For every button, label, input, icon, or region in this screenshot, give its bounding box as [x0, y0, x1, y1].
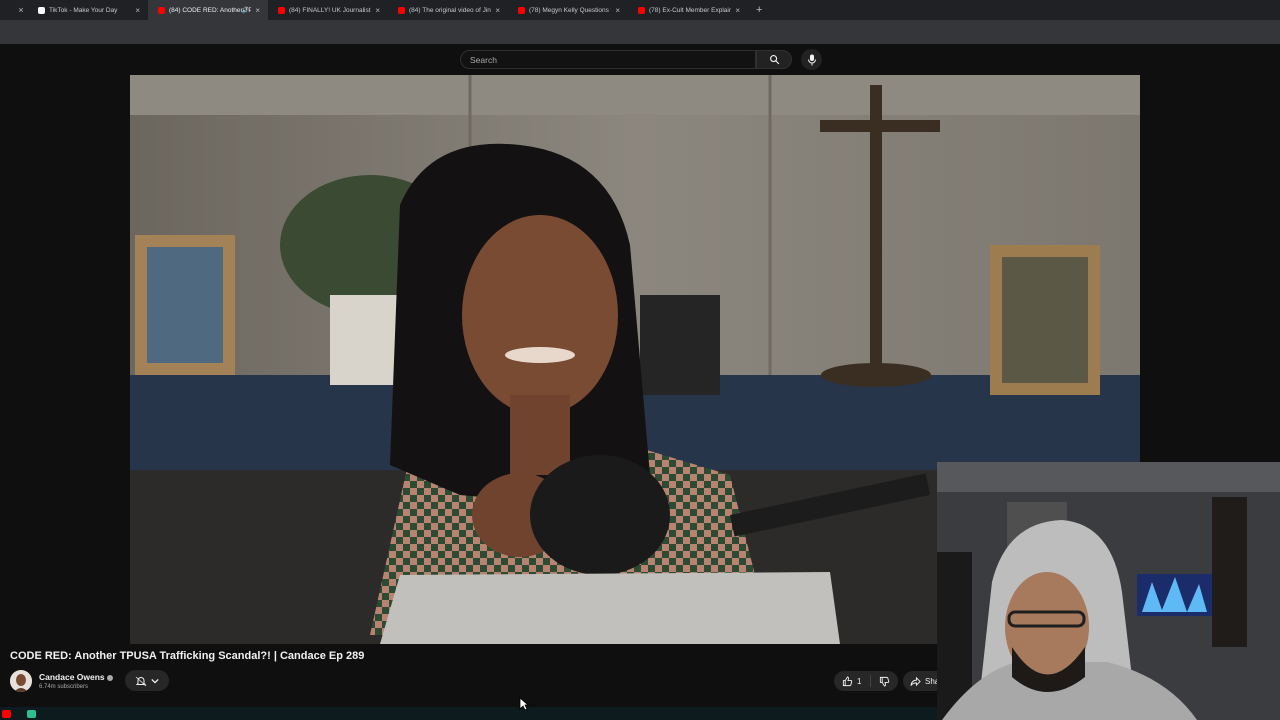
- search-input[interactable]: Search: [460, 50, 756, 69]
- app-icon[interactable]: [27, 710, 36, 718]
- favicon-icon: [38, 6, 45, 14]
- youtube-app-icon[interactable]: [2, 710, 11, 718]
- channel-name[interactable]: Candace Owens: [39, 672, 113, 682]
- avatar[interactable]: [10, 670, 32, 692]
- like-dislike-group: 1: [834, 671, 898, 691]
- favicon-icon: [398, 6, 405, 14]
- close-tab-icon[interactable]: ×: [255, 6, 260, 15]
- browser-tab[interactable]: (84) The original video of Jin sh ×: [388, 0, 508, 20]
- speaker-icon[interactable]: 🔊: [242, 7, 249, 14]
- browser-tab[interactable]: (84) CODE RED: Another TP 🔊 ×: [148, 0, 268, 20]
- close-tab-icon[interactable]: ×: [375, 6, 380, 15]
- voice-search-button[interactable]: [801, 49, 822, 70]
- microphone-icon: [807, 54, 816, 65]
- channel-name-text[interactable]: Candace Owens: [39, 672, 105, 682]
- like-count: 1: [857, 676, 862, 686]
- close-tab-icon[interactable]: ×: [735, 6, 740, 15]
- close-icon[interactable]: ×: [14, 5, 28, 15]
- browser-tab[interactable]: (78) Ex-Cult Member Explains H ×: [628, 0, 748, 20]
- share-icon: [910, 676, 921, 686]
- bell-icon: [135, 676, 147, 686]
- favicon-icon: [158, 6, 165, 14]
- close-tab-icon[interactable]: ×: [495, 6, 500, 15]
- dislike-button[interactable]: [871, 676, 898, 687]
- close-tab-icon[interactable]: ×: [135, 6, 140, 15]
- video-title: CODE RED: Another TPUSA Trafficking Scan…: [10, 650, 365, 662]
- browser-tab[interactable]: TikTok - Make Your Day ×: [28, 0, 148, 20]
- browser-tab[interactable]: (84) FINALLY! UK Journalist CO ×: [268, 0, 388, 20]
- browser-tab[interactable]: (78) Megyn Kelly Questions th ×: [508, 0, 628, 20]
- browser-tab-title: (78) Megyn Kelly Questions th: [529, 6, 611, 14]
- browser-tab-title: (78) Ex-Cult Member Explains H: [649, 6, 731, 14]
- channel-avatar-image: [10, 670, 32, 692]
- youtube-header: Search: [0, 44, 1280, 75]
- verified-badge-icon: [106, 674, 113, 681]
- chevron-down-icon: [151, 678, 159, 684]
- webcam-overlay: [937, 462, 1280, 720]
- new-tab-button[interactable]: +: [756, 4, 762, 16]
- browser-tab-strip: × TikTok - Make Your Day × (84) CODE RED: …: [0, 0, 1280, 20]
- thumbs-down-icon: [879, 676, 890, 687]
- favicon-icon: [518, 6, 525, 14]
- tab-list: TikTok - Make Your Day × (84) CODE RED: An…: [28, 0, 748, 20]
- favicon-icon: [638, 6, 645, 14]
- browser-tab-title: (84) FINALLY! UK Journalist CO: [289, 6, 371, 14]
- browser-tab-title: TikTok - Make Your Day: [49, 6, 118, 14]
- browser-tab-title: (84) CODE RED: Another TP: [169, 6, 251, 14]
- close-tab-icon[interactable]: ×: [615, 6, 620, 15]
- browser-tab-title: (84) The original video of Jin sh: [409, 6, 491, 14]
- search-button[interactable]: [756, 50, 792, 69]
- thumbs-up-icon: [842, 675, 853, 686]
- favicon-icon: [278, 6, 285, 14]
- mouse-cursor-icon: [519, 697, 529, 711]
- webcam-feed-image: [937, 462, 1280, 720]
- search-icon: [769, 55, 779, 65]
- address-bar[interactable]: [0, 20, 1280, 44]
- subscribed-notifications-button[interactable]: [125, 670, 169, 691]
- like-button[interactable]: 1: [834, 675, 871, 687]
- subscriber-count: 6.74m subscribers: [39, 684, 89, 690]
